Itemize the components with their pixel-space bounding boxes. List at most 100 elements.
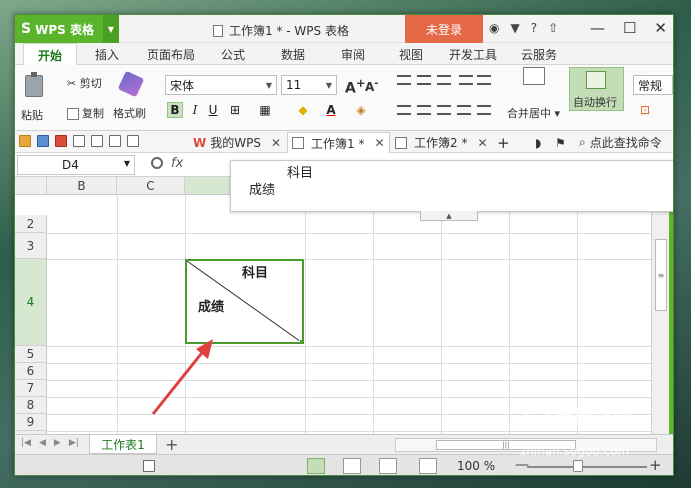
add-sheet-button[interactable]: + bbox=[165, 435, 178, 454]
tab-page-layout[interactable]: 页面布局 bbox=[147, 46, 195, 63]
align-bottom-icon[interactable] bbox=[437, 75, 451, 85]
app-menu-dropdown-icon[interactable]: ▼ bbox=[103, 15, 119, 43]
new-tab-icon[interactable]: + bbox=[493, 132, 514, 153]
percent-icon[interactable]: ⊡ bbox=[637, 102, 653, 118]
page-break-view-icon[interactable] bbox=[343, 458, 361, 474]
fill-pattern-icon[interactable]: ▦ bbox=[257, 102, 273, 118]
select-all-corner[interactable] bbox=[15, 177, 47, 195]
zoom-in-icon[interactable]: + bbox=[649, 456, 662, 474]
fill-color-icon[interactable]: ◆ bbox=[295, 102, 311, 118]
more-icon[interactable] bbox=[127, 135, 139, 147]
font-color-icon[interactable]: A bbox=[323, 102, 339, 118]
bold-button[interactable]: B bbox=[167, 102, 183, 118]
row-header-9[interactable]: 9 bbox=[15, 414, 47, 431]
next-sheet-icon[interactable]: ▶ bbox=[54, 438, 61, 448]
zoom-out-icon[interactable]: — bbox=[515, 457, 529, 473]
increase-font-icon[interactable]: A+ bbox=[345, 76, 366, 97]
align-center-icon[interactable] bbox=[417, 105, 431, 115]
underline-button[interactable]: U bbox=[205, 102, 221, 118]
side-panel-toggle[interactable] bbox=[669, 177, 673, 434]
row-header-7[interactable]: 7 bbox=[15, 380, 47, 397]
tab-data[interactable]: 数据 bbox=[281, 46, 305, 63]
close-icon[interactable]: ✕ bbox=[271, 136, 281, 150]
open-icon[interactable] bbox=[19, 135, 31, 147]
merge-center-icon[interactable] bbox=[523, 67, 545, 85]
tab-workbook1[interactable]: 工作簿1 * ✕ bbox=[287, 132, 390, 153]
outdent-icon[interactable] bbox=[477, 75, 491, 85]
zoom-level[interactable]: 100 % bbox=[457, 459, 495, 473]
font-name-select[interactable]: 宋体 ▼ bbox=[165, 75, 277, 95]
align-left-icon[interactable] bbox=[397, 105, 411, 115]
normal-view-icon[interactable] bbox=[307, 458, 325, 474]
distributed-icon[interactable] bbox=[477, 105, 491, 115]
page-layout-view-icon[interactable] bbox=[379, 458, 397, 474]
close-icon[interactable]: ✕ bbox=[654, 19, 667, 37]
zoom-slider-knob[interactable] bbox=[573, 460, 583, 472]
column-header-c[interactable]: C bbox=[117, 177, 185, 195]
prev-sheet-icon[interactable]: ◀ bbox=[39, 438, 46, 448]
first-sheet-icon[interactable]: |◀ bbox=[21, 438, 31, 448]
merge-center-button[interactable]: 合并居中 ▾ bbox=[507, 105, 560, 121]
collapse-formula-button[interactable]: ▲ bbox=[420, 211, 478, 221]
reading-view-icon[interactable] bbox=[419, 458, 437, 474]
tab-review[interactable]: 审阅 bbox=[341, 46, 365, 63]
format-painter-icon[interactable] bbox=[117, 70, 145, 98]
shirt-icon[interactable]: ▼ bbox=[510, 21, 519, 35]
indent-icon[interactable] bbox=[459, 75, 473, 85]
column-header-b[interactable]: B bbox=[47, 177, 117, 195]
tab-insert[interactable]: 插入 bbox=[95, 46, 119, 63]
copy-button[interactable]: 复制 bbox=[67, 105, 104, 121]
zoom-slider[interactable] bbox=[527, 466, 647, 468]
border-icon[interactable]: ⊞ bbox=[227, 102, 243, 118]
paste-icon[interactable] bbox=[25, 72, 43, 97]
sheet-tab-1[interactable]: 工作表1 bbox=[89, 435, 157, 454]
minimize-icon[interactable]: — bbox=[590, 19, 605, 37]
spreadsheet-grid[interactable]: B C 2 3 4 5 6 7 8 9 10 bbox=[15, 177, 651, 434]
upload-icon[interactable]: ⇧ bbox=[548, 21, 558, 35]
login-button[interactable]: 未登录 bbox=[405, 15, 483, 43]
undo-icon[interactable] bbox=[109, 135, 121, 147]
row-header-6[interactable]: 6 bbox=[15, 363, 47, 380]
paste-button[interactable]: 粘贴 bbox=[21, 107, 43, 123]
save-icon[interactable] bbox=[37, 135, 49, 147]
maximize-icon[interactable]: ☐ bbox=[623, 19, 636, 37]
row-header-5[interactable]: 5 bbox=[15, 346, 47, 363]
close-icon[interactable]: ✕ bbox=[477, 136, 487, 150]
align-right-icon[interactable] bbox=[437, 105, 451, 115]
help-icon[interactable]: ? bbox=[531, 21, 537, 35]
cut-button[interactable]: ✂ 剪切 bbox=[67, 75, 102, 91]
tab-home[interactable]: 开始 bbox=[23, 43, 78, 65]
sync-icon[interactable]: ◗ bbox=[531, 132, 545, 153]
app-menu-button[interactable]: S WPS 表格 ▼ bbox=[15, 15, 119, 43]
tab-formulas[interactable]: 公式 bbox=[221, 46, 245, 63]
auto-wrap-button[interactable]: 自动换行 bbox=[569, 67, 624, 111]
flag-icon[interactable]: ⚑ bbox=[551, 132, 570, 153]
align-middle-icon[interactable] bbox=[417, 75, 431, 85]
tab-workbook2[interactable]: 工作簿2 * ✕ bbox=[391, 132, 492, 153]
vertical-scroll-thumb[interactable]: ≡ bbox=[655, 239, 667, 311]
zoom-icon[interactable] bbox=[151, 157, 163, 169]
close-icon[interactable]: ✕ bbox=[374, 136, 384, 150]
tab-my-wps[interactable]: W 我的WPS ✕ bbox=[189, 132, 285, 153]
font-size-select[interactable]: 11 ▼ bbox=[281, 75, 337, 95]
print-preview-icon[interactable] bbox=[91, 135, 103, 147]
decrease-font-icon[interactable]: A- bbox=[365, 78, 378, 94]
tab-cloud[interactable]: 云服务 bbox=[521, 46, 557, 63]
row-header-8[interactable]: 8 bbox=[15, 397, 47, 414]
italic-button[interactable]: I bbox=[187, 102, 203, 118]
clear-format-icon[interactable]: ◈ bbox=[353, 102, 369, 118]
formula-content-popup[interactable]: 科目 成绩 bbox=[230, 160, 673, 212]
vertical-scrollbar[interactable]: ▲ ≡ bbox=[651, 177, 669, 434]
fx-icon[interactable]: fx bbox=[171, 156, 183, 171]
fill-handle[interactable] bbox=[299, 339, 302, 342]
print-icon[interactable] bbox=[73, 135, 85, 147]
number-format-select[interactable]: 常规 bbox=[633, 75, 673, 95]
last-sheet-icon[interactable]: ▶| bbox=[69, 438, 79, 448]
align-top-icon[interactable] bbox=[397, 75, 411, 85]
export-pdf-icon[interactable] bbox=[55, 135, 67, 147]
row-header-3[interactable]: 3 bbox=[15, 233, 47, 259]
tab-developer[interactable]: 开发工具 bbox=[449, 46, 497, 63]
justify-icon[interactable] bbox=[457, 105, 471, 115]
name-box[interactable]: D4 ▼ bbox=[17, 155, 135, 175]
format-painter-button[interactable]: 格式刷 bbox=[113, 105, 146, 121]
